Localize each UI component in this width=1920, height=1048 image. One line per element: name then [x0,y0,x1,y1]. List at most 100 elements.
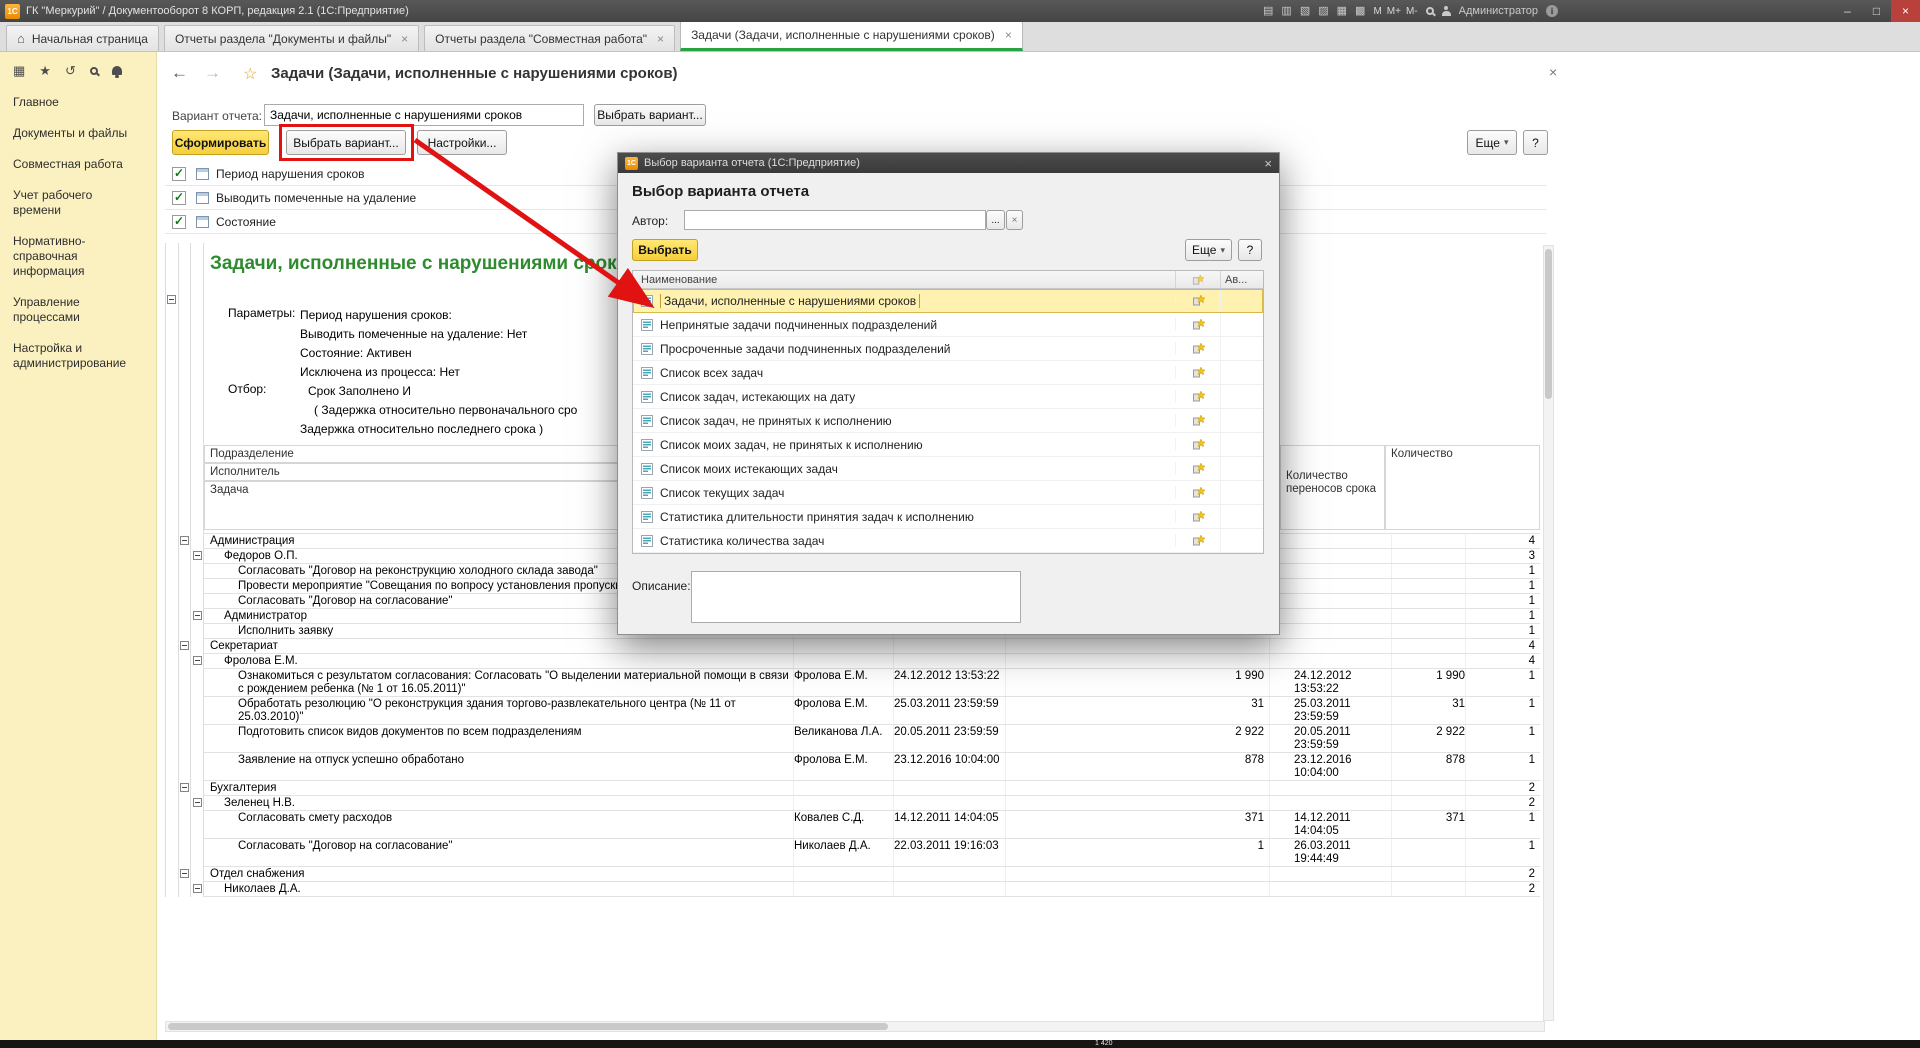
generate-button[interactable]: Сформировать [172,130,269,155]
dialog-close-button[interactable]: × [1264,156,1272,171]
collapse-icon[interactable] [167,295,176,304]
dialog-select-button[interactable]: Выбрать [632,239,698,261]
collapse-icon[interactable] [180,869,189,878]
variant-list-item[interactable]: Статистика длительности принятия задач к… [633,505,1263,529]
report-row[interactable]: Ознакомиться с результатом согласования:… [204,669,1540,697]
variant-list-item[interactable]: Статистика количества задач [633,529,1263,553]
collapse-icon[interactable] [193,656,202,665]
tab-close-icon[interactable]: × [1005,28,1012,42]
form-close-button[interactable]: × [1549,64,1557,80]
author-pick-button[interactable]: ... [986,210,1005,230]
variant-list-item[interactable]: Задачи, исполненные с нарушениями сроков [633,289,1263,313]
maximize-button[interactable]: □ [1862,0,1891,22]
collapse-icon[interactable] [180,641,189,650]
author-input[interactable] [684,210,986,230]
dialog-more-button[interactable]: Еще ▾ [1185,239,1232,261]
report-row[interactable]: Согласовать смету расходов Ковалев С.Д. … [204,811,1540,839]
memory-button[interactable]: M- [1406,6,1418,17]
settings-button[interactable]: Настройки... [417,130,507,155]
dialog-help-button[interactable]: ? [1238,239,1262,261]
favorite-star-button[interactable]: ☆ [243,64,257,84]
report-row[interactable]: Зеленец Н.В. 2 [193,796,1540,811]
close-button[interactable]: × [1891,0,1920,22]
description-box[interactable] [691,571,1021,623]
cell-quantity: 1 [1528,625,1535,637]
copy-icon[interactable]: ▨ [1318,5,1328,17]
tab[interactable]: ⌂ Начальная страница [6,25,159,51]
collapse-icon[interactable] [180,536,189,545]
tab-close-icon[interactable]: × [657,32,664,46]
collapse-icon[interactable] [193,611,202,620]
back-button[interactable]: ← [171,63,188,83]
variant-list-item[interactable]: Список задач, не принятых к исполнению [633,409,1263,433]
setting-checkbox[interactable]: ✓ [172,166,186,181]
search-icon[interactable] [89,66,98,75]
report-row[interactable]: Николаев Д.А. 2 [193,882,1540,897]
notifications-bell-icon[interactable] [111,66,122,78]
zoom-icon[interactable] [1425,7,1434,15]
sidebar-item[interactable]: Учет рабочего времени [0,180,156,226]
tab[interactable]: Отчеты раздела "Документы и файлы" × [163,25,420,51]
horizontal-scrollbar[interactable] [165,1021,1545,1032]
setting-checkbox[interactable]: ✓ [172,190,186,205]
report-row[interactable]: Бухгалтерия 2 [180,781,1540,796]
more-button[interactable]: Еще ▾ [1467,130,1517,155]
sidebar-item[interactable]: Главное [0,87,156,118]
report-row[interactable]: Отдел снабжения 2 [180,867,1540,882]
forward-button[interactable]: → [204,63,221,83]
calculator-icon[interactable]: ▩ [1355,5,1365,17]
sidebar-item[interactable]: Документы и файлы [0,118,156,149]
tab-close-icon[interactable]: × [401,32,408,46]
report-row[interactable]: Заявление на отпуск успешно обработано Ф… [204,753,1540,781]
col-header-postpone-count: Количество переносов срока [1280,445,1385,530]
cell-quantity: 4 [1528,640,1535,652]
sidebar-item[interactable]: Настройка и администрирование [0,333,156,379]
print-preview-icon[interactable]: ▧ [1300,5,1310,17]
collapse-icon[interactable] [193,551,202,560]
report-row[interactable]: Согласовать "Договор на согласование" Ни… [204,839,1540,867]
info-icon[interactable]: i [1546,5,1558,17]
menu-grid-icon[interactable]: ▦ [13,64,25,77]
user-name[interactable]: Администратор [1459,5,1538,17]
taskbar[interactable]: 1 420 [0,1040,1920,1048]
favorites-star-icon[interactable]: ★ [39,64,51,77]
variant-list-item[interactable]: Непринятые задачи подчиненных подразделе… [633,313,1263,337]
variant-list-item[interactable]: Список моих задач, не принятых к исполне… [633,433,1263,457]
save-icon[interactable]: ▤ [1263,5,1273,17]
help-button[interactable]: ? [1523,130,1548,155]
tab[interactable]: Задачи (Задачи, исполненные с нарушениям… [680,21,1023,51]
collapse-icon[interactable] [193,884,202,893]
variant-select-top-button[interactable]: Выбрать вариант... [594,104,706,126]
column-header-name[interactable]: Наименование [633,274,1175,286]
variant-list-item[interactable]: Список всех задач [633,361,1263,385]
variant-input[interactable] [264,104,584,126]
variant-list-item[interactable]: Список текущих задач [633,481,1263,505]
variant-list-item[interactable]: Просроченные задачи подчиненных подразде… [633,337,1263,361]
memory-button[interactable]: M [1373,6,1381,17]
sidebar-item[interactable]: Управление процессами [0,287,156,333]
vertical-scrollbar-thumb[interactable] [1545,249,1552,399]
variant-list-item[interactable]: Список задач, истекающих на дату [633,385,1263,409]
horizontal-scrollbar-thumb[interactable] [168,1023,888,1030]
vertical-scrollbar[interactable] [1543,245,1554,1021]
shared-variant-cell [1175,390,1220,403]
variant-list-item[interactable]: Список моих истекающих задач [633,457,1263,481]
memory-button[interactable]: M+ [1387,6,1401,17]
history-icon[interactable]: ↺ [65,64,76,77]
minimize-button[interactable]: – [1833,0,1862,22]
setting-checkbox[interactable]: ✓ [172,214,186,229]
collapse-icon[interactable] [180,783,189,792]
collapse-icon[interactable] [193,798,202,807]
author-clear-button[interactable]: × [1006,210,1023,230]
column-header-mark[interactable] [1175,271,1220,288]
calendar-icon[interactable]: ▦ [1337,5,1347,17]
report-row[interactable]: Фролова Е.М. 4 [193,654,1540,669]
tab[interactable]: Отчеты раздела "Совместная работа" × [424,25,676,51]
report-row[interactable]: Обработать резолюцию "О реконструкция зд… [204,697,1540,725]
report-row[interactable]: Секретариат 4 [180,639,1540,654]
sidebar-item[interactable]: Нормативно-справочная информация [0,226,156,287]
sidebar-item[interactable]: Совместная работа [0,149,156,180]
print-icon[interactable]: ▥ [1281,5,1291,17]
column-header-author[interactable]: Ав... [1220,271,1263,288]
report-row[interactable]: Подготовить список видов документов по в… [204,725,1540,753]
